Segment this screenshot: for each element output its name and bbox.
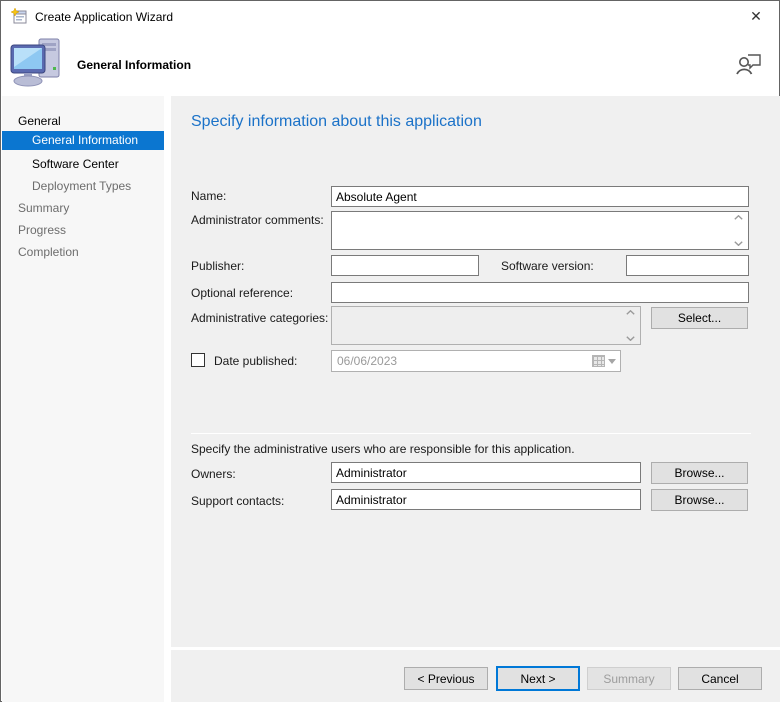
optional-reference-input[interactable] [331, 282, 749, 303]
admin-comments-textarea[interactable] [331, 211, 749, 250]
nav-item-general-information[interactable]: General Information [2, 131, 164, 150]
general-information-page: Specify information about this applicati… [171, 96, 780, 647]
browse-support-contacts-button[interactable]: Browse... [651, 489, 748, 511]
support-contacts-input[interactable] [331, 489, 641, 510]
create-application-wizard-window: { "window": { "title": "Create Applicati… [0, 0, 780, 702]
computer-icon [10, 38, 60, 87]
name-label: Name: [191, 189, 227, 203]
wizard-nav-sidebar: General General Information Software Cen… [2, 96, 164, 702]
header-title: General Information [77, 58, 192, 72]
support-contacts-label: Support contacts: [191, 494, 285, 508]
summary-button: Summary [587, 667, 671, 690]
cancel-button[interactable]: Cancel [678, 667, 762, 690]
owners-input[interactable] [331, 462, 641, 483]
optional-reference-label: Optional reference: [191, 286, 294, 300]
admin-users-note: Specify the administrative users who are… [191, 442, 575, 456]
nav-item-software-center[interactable]: Software Center [2, 155, 164, 174]
sidebar-divider [164, 96, 171, 702]
nav-item-completion: Completion [18, 245, 79, 259]
wizard-footer: < Previous Next > Summary Cancel [171, 650, 780, 702]
scroll-up-icon[interactable] [733, 215, 743, 220]
nav-item-general[interactable]: General [2, 112, 164, 131]
scroll-down-icon [625, 336, 635, 341]
nav-item-summary: Summary [18, 201, 70, 215]
scroll-up-icon [625, 310, 635, 315]
calendar-icon [592, 355, 605, 367]
publisher-input[interactable] [331, 255, 479, 276]
date-published-input: 06/06/2023 [331, 350, 621, 372]
page-title: Specify information about this applicati… [191, 113, 482, 130]
software-version-label: Software version: [501, 259, 594, 273]
wizard-app-icon [11, 8, 27, 24]
section-separator [191, 433, 751, 434]
date-dropdown-arrow-icon [608, 358, 616, 364]
nav-item-progress: Progress [18, 223, 67, 237]
wizard-header: General Information [1, 31, 779, 96]
feedback-person-icon[interactable] [735, 49, 763, 75]
name-input[interactable] [331, 186, 749, 207]
admin-comments-label: Administrator comments: [191, 213, 324, 227]
close-button[interactable]: ✕ [741, 5, 771, 27]
publisher-label: Publisher: [191, 259, 245, 273]
date-published-label: Date published: [214, 354, 298, 368]
select-categories-button[interactable]: Select... [651, 307, 748, 329]
admin-categories-label: Administrative categories: [191, 311, 329, 325]
window-title: Create Application Wizard [35, 10, 174, 24]
date-published-checkbox[interactable] [191, 353, 205, 367]
nav-item-deployment-types: Deployment Types [32, 179, 132, 193]
title-bar: Create Application Wizard ✕ [1, 1, 779, 31]
owners-label: Owners: [191, 467, 236, 481]
next-button[interactable]: Next > [496, 666, 580, 691]
browse-owners-button[interactable]: Browse... [651, 462, 748, 484]
textarea-scroll-arrows[interactable] [731, 215, 745, 246]
software-version-input[interactable] [626, 255, 749, 276]
previous-button[interactable]: < Previous [404, 667, 488, 690]
scroll-down-icon[interactable] [733, 241, 743, 246]
admin-categories-textarea [331, 306, 641, 345]
